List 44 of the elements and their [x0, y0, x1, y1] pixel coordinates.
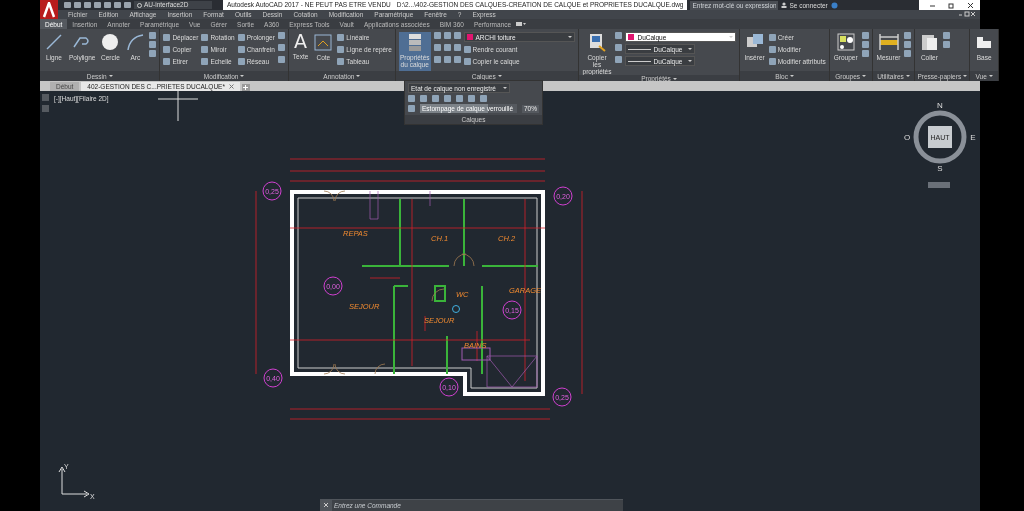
caret-icon	[905, 75, 910, 77]
caret-icon	[688, 48, 693, 50]
panel-toggle-icon[interactable]	[516, 21, 527, 27]
plus-icon	[243, 85, 249, 90]
line-sample	[628, 60, 651, 62]
new-tab-button[interactable]	[242, 84, 250, 91]
document-icon	[587, 32, 607, 52]
caret-icon	[240, 75, 245, 77]
ucs-axes-icon	[58, 466, 90, 498]
caret-icon	[672, 77, 677, 80]
text-icon: A	[294, 32, 308, 51]
close-icon[interactable]	[967, 1, 974, 9]
help-icon[interactable]	[830, 1, 838, 9]
caret-icon	[356, 75, 361, 77]
crosshair-cursor	[157, 91, 199, 122]
compass-letter: S	[937, 164, 943, 173]
circle-icon	[100, 32, 121, 52]
group-icon	[835, 32, 856, 52]
clipboard-icon	[919, 32, 940, 52]
compass-letter: E	[970, 133, 976, 142]
restore-icon[interactable]	[948, 1, 955, 9]
caret-icon	[567, 36, 572, 38]
caret-icon	[789, 75, 794, 77]
logo-icon	[42, 1, 56, 18]
caret-icon	[963, 75, 968, 77]
view-cube-face[interactable]	[928, 126, 952, 148]
ruler-icon	[878, 32, 899, 52]
app-logo[interactable]	[40, 0, 58, 19]
caret-icon	[862, 75, 867, 77]
gear-icon	[137, 2, 142, 8]
caret-icon	[108, 75, 113, 77]
user-icon	[781, 2, 788, 8]
compass-letter: O	[903, 133, 911, 142]
compass-ring[interactable]	[913, 110, 967, 164]
line-icon	[44, 32, 64, 52]
compass-letter: N	[937, 101, 943, 110]
caret-icon	[988, 75, 993, 77]
arc-icon	[125, 32, 146, 52]
caret-icon	[688, 60, 693, 62]
dimension-icon	[313, 32, 334, 52]
window-controls-icon[interactable]	[958, 11, 976, 17]
caret-icon	[497, 75, 502, 77]
caret-icon	[503, 87, 507, 89]
line-sample	[628, 48, 651, 50]
